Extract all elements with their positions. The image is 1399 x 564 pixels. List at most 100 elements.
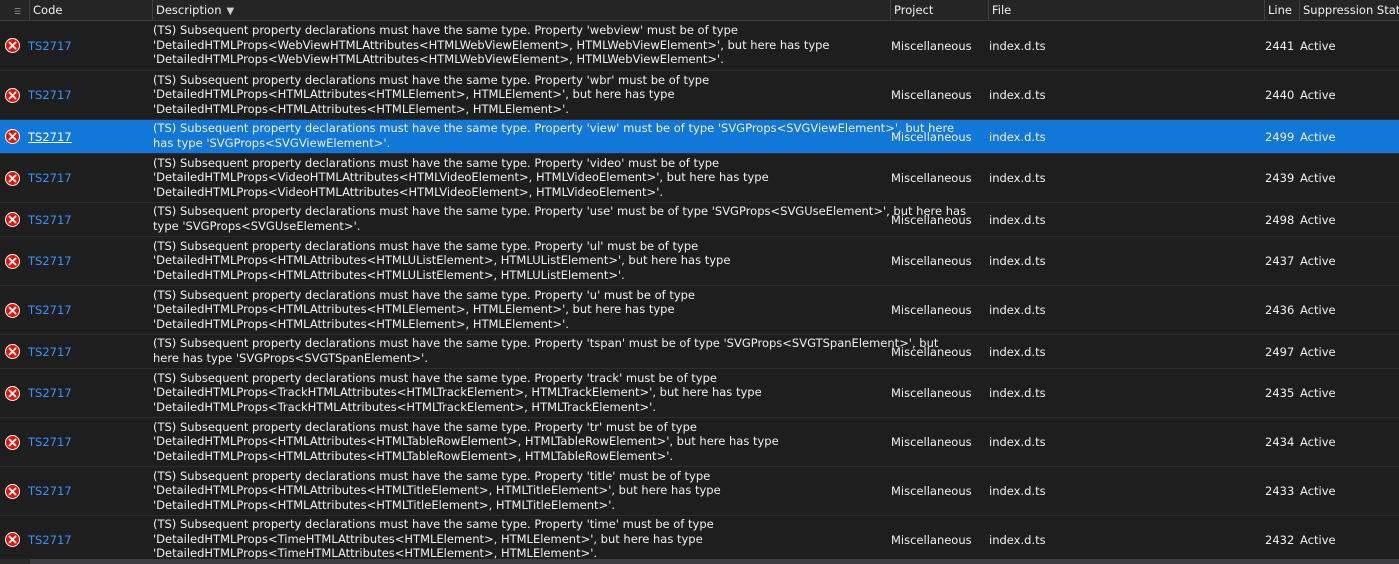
table-row[interactable]: TS2717 (TS) Subsequent property declarati… (0, 120, 1399, 154)
table-row[interactable]: TS2717 (TS) Subsequent property declarati… (0, 369, 1399, 418)
error-icon-cell (5, 154, 25, 202)
column-header-code-label: Code (33, 3, 63, 17)
error-description-line: 'DetailedHTMLProps<HTMLAttributes<HTMLTa… (153, 448, 674, 463)
table-row[interactable]: TS2717 (TS) Subsequent property declarati… (0, 237, 1399, 286)
error-code-link[interactable]: TS2717 (28, 335, 72, 368)
column-header-suppression-state[interactable]: Suppression State (1300, 0, 1399, 20)
column-header-description[interactable]: Description ▼ (153, 0, 891, 20)
error-icon-cell (5, 71, 25, 119)
error-description-line: 'DetailedHTMLProps<VideoHTMLAttributes<H… (153, 170, 769, 185)
file-cell: index.d.ts (989, 344, 1046, 359)
file-cell: index.d.ts (989, 88, 1046, 102)
line-cell: 2439 (1265, 171, 1295, 185)
error-description-line: 'DetailedHTMLProps<HTMLAttributes<HTMLTi… (153, 497, 616, 512)
error-description: (TS) Subsequent property declarations mu… (153, 286, 888, 336)
table-row[interactable]: TS2717 (TS) Subsequent property declarati… (0, 516, 1399, 564)
error-description: (TS) Subsequent property declarations mu… (153, 21, 888, 72)
project-cell: Miscellaneous (891, 344, 972, 359)
project-cell: Miscellaneous (891, 88, 972, 102)
error-description: (TS) Subsequent property declarations mu… (153, 516, 888, 564)
error-icon-cell (5, 369, 25, 417)
column-header-file[interactable]: File (989, 0, 1265, 20)
error-code-link[interactable]: TS2717 (28, 203, 72, 236)
project-cell: Miscellaneous (891, 171, 972, 185)
error-list: TS2717 (TS) Subsequent property declarati… (0, 21, 1399, 564)
error-code-link[interactable]: TS2717 (28, 467, 72, 515)
error-icon-cell (5, 516, 25, 563)
column-header-code[interactable]: Code (30, 0, 153, 20)
filter-column-header[interactable]: ☰ (0, 0, 30, 20)
error-code-link[interactable]: TS2717 (28, 120, 72, 153)
error-code-link[interactable]: TS2717 (28, 418, 72, 466)
error-description-line: 'DetailedHTMLProps<HTMLAttributes<HTMLEl… (153, 302, 675, 317)
error-description-line: 'DetailedHTMLProps<HTMLAttributes<HTMLTa… (153, 434, 779, 449)
table-row[interactable]: TS2717 (TS) Subsequent property declarati… (0, 467, 1399, 516)
project-cell: Miscellaneous (891, 435, 972, 449)
error-icon-cell (5, 286, 25, 334)
error-x-glyph (8, 91, 17, 99)
error-description-line: 'DetailedHTMLProps<TimeHTMLAttributes<HT… (153, 531, 703, 546)
table-row[interactable]: TS2717 (TS) Subsequent property declarati… (0, 286, 1399, 335)
table-row[interactable]: TS2717 (TS) Subsequent property declarati… (0, 418, 1399, 467)
suppression-state-cell: Active (1300, 88, 1336, 102)
error-icon-cell (5, 120, 25, 153)
file-cell: index.d.ts (989, 484, 1046, 498)
file-cell: index.d.ts (989, 171, 1046, 185)
error-description-line: (TS) Subsequent property declarations mu… (153, 517, 714, 532)
error-description-line: 'DetailedHTMLProps<HTMLAttributes<HTMLUL… (153, 253, 731, 268)
error-description-line: (TS) Subsequent property declarations mu… (153, 121, 955, 136)
suppression-state-cell: Active (1300, 303, 1336, 317)
error-description-line: (TS) Subsequent property declarations mu… (153, 72, 710, 87)
error-description-line: 'DetailedHTMLProps<WebViewHTMLAttributes… (153, 52, 724, 67)
suppression-state-cell: Active (1300, 532, 1336, 547)
sort-descending-icon: ▼ (226, 6, 235, 17)
scrollbar-corner (0, 559, 30, 564)
column-header-line[interactable]: Line (1265, 0, 1300, 20)
line-cell: 2498 (1265, 212, 1295, 227)
project-cell: Miscellaneous (891, 212, 972, 227)
error-x-glyph (8, 306, 17, 314)
suppression-state-cell: Active (1300, 386, 1336, 400)
error-icon (5, 302, 20, 318)
error-x-glyph (8, 257, 17, 265)
project-cell: Miscellaneous (891, 129, 972, 144)
table-row[interactable]: TS2717 (TS) Subsequent property declarati… (0, 335, 1399, 369)
table-row[interactable]: TS2717 (TS) Subsequent property declarati… (0, 154, 1399, 203)
error-icon (5, 87, 20, 103)
file-cell: index.d.ts (989, 435, 1046, 449)
suppression-state-cell: Active (1300, 171, 1336, 185)
error-icon (5, 170, 20, 186)
error-code-link[interactable]: TS2717 (28, 369, 72, 417)
error-icon-cell (5, 237, 25, 285)
error-description-line: 'DetailedHTMLProps<WebViewHTMLAttributes… (153, 37, 830, 52)
column-header-suppression-state-label: Suppression State (1303, 3, 1399, 17)
table-row[interactable]: TS2717 (TS) Subsequent property declarati… (0, 203, 1399, 237)
error-description-line: (TS) Subsequent property declarations mu… (153, 238, 699, 253)
error-description-line: 'DetailedHTMLProps<HTMLAttributes<HTMLEl… (153, 316, 569, 331)
error-x-glyph (8, 132, 17, 141)
error-code-link[interactable]: TS2717 (28, 516, 72, 563)
error-code-link[interactable]: TS2717 (28, 71, 72, 119)
table-row[interactable]: TS2717 (TS) Subsequent property declarati… (0, 71, 1399, 120)
table-row[interactable]: TS2717 (TS) Subsequent property declarati… (0, 21, 1399, 71)
project-cell: Miscellaneous (891, 532, 972, 547)
error-icon (5, 253, 20, 269)
line-cell: 2440 (1265, 88, 1295, 102)
error-code-link[interactable]: TS2717 (28, 237, 72, 285)
horizontal-scrollbar[interactable] (30, 559, 1399, 564)
project-cell: Miscellaneous (891, 38, 972, 53)
error-description: (TS) Subsequent property declarations mu… (153, 335, 938, 369)
column-header-project[interactable]: Project (891, 0, 989, 20)
error-description-line: (TS) Subsequent property declarations mu… (153, 468, 711, 483)
suppression-state-cell: Active (1300, 435, 1336, 449)
error-description: (TS) Subsequent property declarations mu… (153, 71, 888, 121)
error-code-link[interactable]: TS2717 (28, 21, 72, 70)
filter-icon[interactable]: ☰ (14, 2, 21, 20)
error-code-link[interactable]: TS2717 (28, 286, 72, 334)
error-icon (5, 385, 20, 401)
error-code-link[interactable]: TS2717 (28, 154, 72, 202)
error-icon (5, 434, 20, 450)
error-description-line: (TS) Subsequent property declarations mu… (153, 419, 697, 434)
error-icon (5, 344, 20, 359)
project-cell: Miscellaneous (891, 303, 972, 317)
